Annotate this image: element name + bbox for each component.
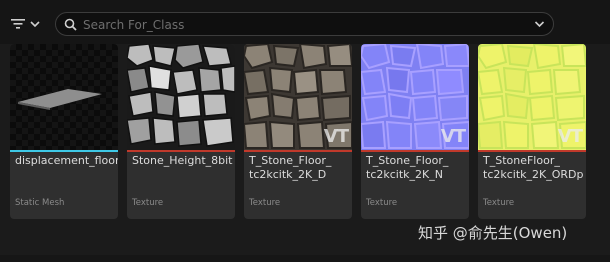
asset-name: Stone_Height_8bit	[132, 154, 233, 167]
asset-thumbnail	[10, 44, 118, 150]
search-options-chevron-icon[interactable]	[534, 19, 545, 29]
content-browser-panel: displacement_floor Static Mesh	[0, 0, 610, 262]
search-input[interactable]	[83, 15, 523, 34]
asset-type-color-bar	[244, 150, 352, 152]
asset-name: T_Stone_Floor_ tc2kcitk_2K_N	[366, 154, 449, 181]
asset-type: Texture	[249, 198, 281, 208]
panel-bottom-edge	[0, 255, 610, 262]
asset-type-color-bar	[478, 150, 586, 152]
watermark-text: 知乎 @俞先生(Owen)	[418, 224, 568, 242]
asset-tile-t-stone-floor-d[interactable]: VT T_Stone_Floor_ tc2kcitk_2K_D Texture	[244, 44, 352, 219]
asset-type-color-bar	[361, 150, 469, 152]
asset-thumbnail	[127, 44, 235, 150]
asset-name: T_Stone_Floor_ tc2kcitk_2K_D	[249, 154, 332, 181]
asset-tile-displacement-floor[interactable]: displacement_floor Static Mesh	[10, 44, 118, 219]
filter-icon	[11, 19, 25, 29]
asset-name: displacement_floor	[15, 154, 118, 167]
toolbar	[0, 0, 610, 44]
asset-type: Texture	[132, 198, 164, 208]
asset-type: Texture	[366, 198, 398, 208]
virtual-texture-badge: VT	[557, 126, 583, 147]
asset-tile-stone-height-8bit[interactable]: Stone_Height_8bit Texture	[127, 44, 235, 219]
asset-name: T_StoneFloor_ tc2kcitk_2K_ORDp	[483, 154, 584, 181]
virtual-texture-badge: VT	[440, 126, 466, 147]
asset-tile-t-stone-floor-n[interactable]: VT T_Stone_Floor_ tc2kcitk_2K_N Texture	[361, 44, 469, 219]
asset-type-color-bar	[10, 150, 118, 152]
asset-type: Texture	[483, 198, 515, 208]
asset-type-color-bar	[127, 150, 235, 152]
asset-type: Static Mesh	[15, 198, 65, 208]
search-box[interactable]	[55, 12, 554, 36]
search-icon	[64, 18, 77, 31]
filter-button[interactable]	[10, 12, 48, 36]
asset-tile-t-stonefloor-ordp[interactable]: VT T_StoneFloor_ tc2kcitk_2K_ORDp Textur…	[478, 44, 586, 219]
virtual-texture-badge: VT	[323, 126, 349, 147]
asset-grid: displacement_floor Static Mesh Stone_Hei…	[10, 44, 600, 220]
chevron-down-icon	[30, 21, 40, 28]
